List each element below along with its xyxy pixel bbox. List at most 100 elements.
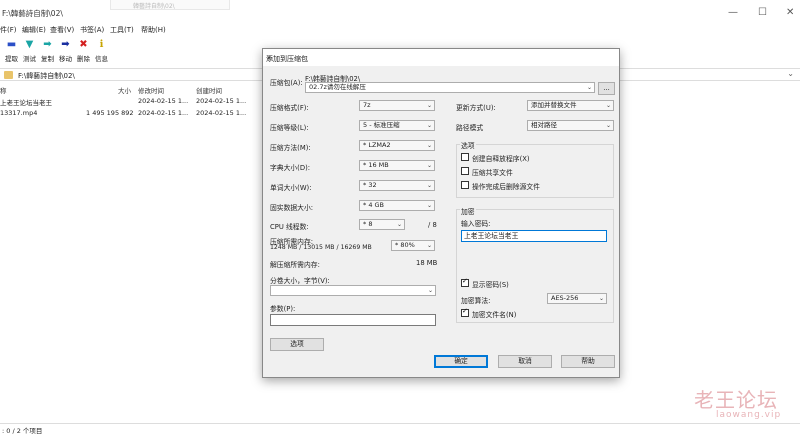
dictionary-select[interactable]: * 16 MB ⌄ — [359, 160, 435, 171]
method-select[interactable]: * LZMA2 ⌄ — [359, 140, 435, 151]
file-size: 1 495 195 892 — [86, 109, 134, 117]
menu-edit[interactable]: 编辑(E) — [22, 25, 46, 35]
file-name: 上老王论坛当老王 — [0, 99, 52, 107]
add-to-archive-dialog: 添加到压缩包 ✕ 压缩包(A): F:\韩藝詩自制\02\ 02.7z请勿在线解… — [262, 48, 620, 378]
encrypt-names-checkbox[interactable] — [461, 307, 469, 317]
chevron-down-icon: ⌄ — [426, 202, 432, 209]
sfx-checkbox[interactable] — [461, 153, 469, 161]
chevron-down-icon: ⌄ — [426, 162, 432, 169]
options-group-label: 选项 — [460, 140, 476, 150]
word-size-select[interactable]: * 32 ⌄ — [359, 180, 435, 191]
chevron-down-icon: ⌄ — [598, 295, 604, 302]
parameters-input[interactable] — [270, 314, 436, 326]
file-modified: 2024-02-15 1... — [138, 97, 189, 105]
copy-arrow-icon: ➡ — [43, 39, 52, 50]
encryption-group-label: 加密 — [460, 206, 476, 216]
format-select[interactable]: 7z ⌄ — [359, 100, 435, 111]
delete-after-checkbox[interactable] — [461, 181, 469, 189]
test-button[interactable]: ▼ 测试 — [22, 39, 37, 63]
chevron-down-icon: ⌄ — [427, 287, 433, 294]
address-path: F:\韓藝詩自制\02\ — [18, 72, 75, 80]
shared-files-label: 压缩共享文件 — [472, 169, 513, 177]
watermark-text: 老王论坛 — [694, 388, 778, 412]
column-name[interactable]: 称 — [0, 85, 7, 95]
status-bar: : 0 / 2 个项目 — [0, 423, 800, 435]
menu-help[interactable]: 帮助(H) — [141, 25, 166, 35]
menu-view[interactable]: 查看(V) — [50, 25, 74, 35]
show-password-checkbox[interactable] — [461, 277, 469, 287]
move-arrow-icon: ➡ — [61, 39, 70, 50]
chevron-down-icon: ⌄ — [426, 182, 432, 189]
close-icon[interactable]: ✕ — [266, 54, 612, 62]
level-select[interactable]: 5 - 标准压缩 ⌄ — [359, 120, 435, 131]
dialog-titlebar: 添加到压缩包 ✕ — [263, 49, 619, 66]
chevron-down-icon: ⌄ — [605, 102, 611, 109]
solid-size-select[interactable]: * 4 GB ⌄ — [359, 200, 435, 211]
ok-button[interactable]: 确定 — [434, 355, 488, 368]
minimize-button[interactable]: — — [728, 7, 738, 18]
archive-name-combo[interactable]: 02.7z请勿在线解压 ⌄ — [305, 82, 595, 93]
memory-value: 1248 MB / 13015 MB / 16269 MB — [270, 244, 372, 251]
file-created: 2024-02-15 1... — [196, 97, 247, 105]
update-mode-label: 更新方式(U): — [456, 104, 496, 112]
password-label: 输入密码: — [461, 220, 491, 228]
browse-button[interactable]: ... — [598, 82, 615, 95]
encrypt-names-label: 加密文件名(N) — [472, 311, 517, 319]
watermark-url: laowang.vip — [716, 410, 782, 420]
maximize-button[interactable]: ☐ — [758, 7, 767, 18]
chevron-down-icon: ⌄ — [396, 221, 402, 228]
move-button[interactable]: ➡ 移动 — [58, 39, 73, 63]
level-label: 压缩等级(L): — [270, 124, 309, 132]
decompress-memory-value: 18 MB — [416, 259, 438, 267]
method-label: 压缩方法(M): — [270, 144, 311, 152]
info-button[interactable]: ℹ 信息 — [94, 39, 109, 63]
encryption-method-label: 加密算法: — [461, 297, 491, 305]
status-text: : 0 / 2 个项目 — [2, 427, 43, 435]
memory-percent-select[interactable]: * 80% ⌄ — [391, 240, 435, 251]
menu-bar: 件(F) 编辑(E) 查看(V) 书签(A) 工具(T) 帮助(H) — [0, 24, 800, 36]
cpu-threads-select[interactable]: * 8 ⌄ — [359, 219, 405, 230]
sfx-label: 创建自释放程序(X) — [472, 155, 530, 163]
password-input[interactable]: 上老王论坛当老王 — [461, 230, 607, 242]
menu-file[interactable]: 件(F) — [0, 25, 17, 35]
delete-button[interactable]: ✖ 删除 — [76, 39, 91, 63]
file-created: 2024-02-15 1... — [196, 109, 247, 117]
window-title: F:\韓藝詩自制\02\ — [2, 9, 63, 18]
menu-bookmarks[interactable]: 书签(A) — [80, 25, 104, 35]
extract-button[interactable]: ▬ 提取 — [4, 39, 19, 63]
chevron-down-icon: ⌄ — [426, 242, 432, 249]
parameters-label: 参数(P): — [270, 305, 296, 313]
options-button[interactable]: 选项 — [270, 338, 324, 351]
split-volume-label: 分卷大小，字节(V): — [270, 277, 330, 285]
info-icon: ℹ — [99, 39, 104, 50]
path-mode-label: 路径模式 — [456, 124, 484, 132]
chevron-down-icon: ⌄ — [586, 84, 592, 91]
delete-x-icon: ✖ — [79, 39, 88, 50]
chevron-down-icon[interactable]: ⌄ — [787, 69, 794, 78]
delete-after-label: 操作完成后删除源文件 — [472, 183, 540, 191]
help-button[interactable]: 帮助 — [561, 355, 615, 368]
file-name: 13317.mp4 — [0, 109, 38, 117]
chevron-down-icon: ⌄ — [605, 122, 611, 129]
close-button[interactable]: ✕ — [786, 7, 794, 18]
menu-tools[interactable]: 工具(T) — [110, 25, 134, 35]
column-size[interactable]: 大小 — [118, 85, 131, 95]
shared-files-checkbox[interactable] — [461, 167, 469, 175]
split-volume-combo[interactable]: ⌄ — [270, 285, 436, 296]
update-mode-select[interactable]: 添加并替换文件 ⌄ — [527, 100, 614, 111]
chevron-down-icon: ⌄ — [426, 122, 432, 129]
check-arrow-icon: ▼ — [25, 39, 34, 50]
decompress-memory-label: 解压缩所需内存: — [270, 261, 320, 269]
column-created[interactable]: 创建时间 — [196, 85, 222, 95]
column-modified[interactable]: 修改时间 — [138, 85, 164, 95]
minus-icon: ▬ — [6, 39, 17, 50]
cpu-threads-label: CPU 线程数: — [270, 223, 309, 231]
copy-button[interactable]: ➡ 复制 — [40, 39, 55, 63]
word-size-label: 单词大小(W): — [270, 184, 312, 192]
encryption-method-select[interactable]: AES-256 ⌄ — [547, 293, 607, 304]
background-window-tab: 韓藝詩自制\02\ — [110, 0, 230, 10]
cancel-button[interactable]: 取消 — [498, 355, 552, 368]
path-mode-select[interactable]: 相对路径 ⌄ — [527, 120, 614, 131]
show-password-label: 显示密码(S) — [472, 281, 509, 289]
solid-size-label: 固实数据大小: — [270, 204, 314, 212]
